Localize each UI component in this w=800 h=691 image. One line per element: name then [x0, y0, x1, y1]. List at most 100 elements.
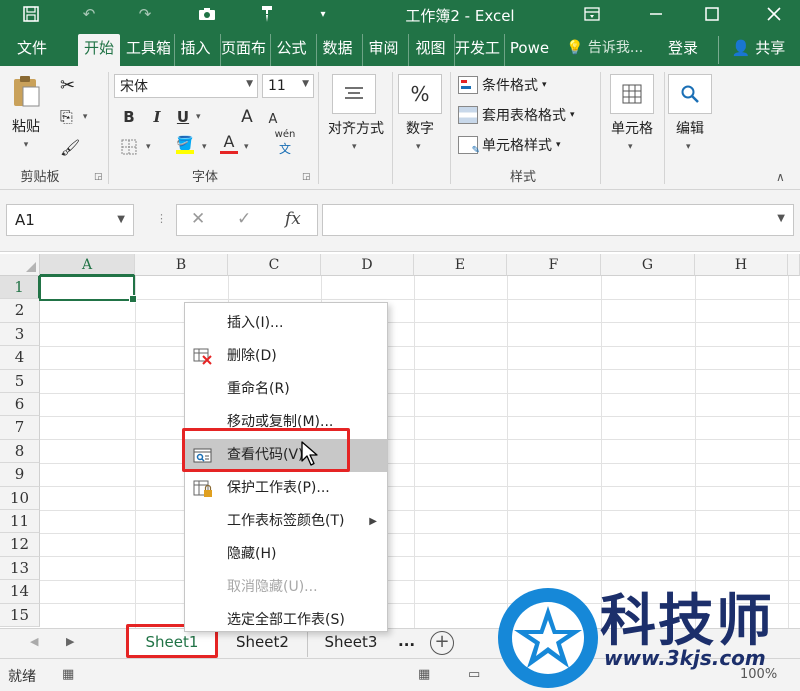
column-header[interactable]: D: [321, 254, 414, 276]
row-header[interactable]: 4: [0, 346, 40, 370]
page-layout-view-icon[interactable]: ▭: [468, 667, 480, 682]
enter-icon[interactable]: ✓: [237, 209, 251, 229]
normal-view-icon[interactable]: ▦: [418, 667, 430, 682]
grow-font-button[interactable]: A: [236, 106, 258, 128]
row-header[interactable]: 10: [0, 486, 40, 510]
bold-button[interactable]: B: [118, 106, 140, 128]
row-header[interactable]: 15: [0, 603, 40, 627]
row-header[interactable]: 5: [0, 369, 40, 393]
worksheet-grid[interactable]: A B C D E F G H 1 2 3 4 5 6 7 8 9 10 11 …: [0, 254, 800, 628]
tab-developer[interactable]: 开发工: [454, 34, 500, 66]
column-header[interactable]: [788, 254, 800, 276]
save-icon[interactable]: [18, 3, 44, 25]
tab-formulas[interactable]: 公式: [270, 34, 312, 66]
tab-data[interactable]: 数据: [316, 34, 358, 66]
tab-toolbox[interactable]: 工具箱: [126, 34, 170, 66]
column-header[interactable]: G: [601, 254, 695, 276]
cell-styles-button[interactable]: ✎ 单元格样式 ▾: [458, 134, 561, 156]
tab-insert[interactable]: 插入: [174, 34, 216, 66]
more-sheets-button[interactable]: ...: [398, 632, 415, 650]
select-all-corner[interactable]: [0, 254, 40, 276]
tab-file[interactable]: 文件: [12, 34, 52, 66]
chevron-down-icon[interactable]: ▾: [196, 112, 201, 122]
chevron-down-icon[interactable]: ▾: [146, 142, 151, 152]
row-header[interactable]: 7: [0, 416, 40, 440]
menu-item-insert[interactable]: 插入(I)...: [185, 307, 387, 340]
column-header[interactable]: B: [135, 254, 228, 276]
insert-function-icon[interactable]: fx: [285, 209, 301, 229]
add-sheet-icon[interactable]: +: [430, 631, 454, 655]
paste-button[interactable]: 粘贴 ▾: [8, 74, 44, 150]
tab-page-layout[interactable]: 页面布: [220, 34, 266, 66]
row-header[interactable]: 11: [0, 510, 40, 534]
cancel-icon[interactable]: ✕: [191, 209, 205, 229]
menu-item-hide[interactable]: 隐藏(H): [185, 538, 387, 571]
dialog-launcher-icon[interactable]: ◲: [94, 172, 103, 182]
collapse-ribbon-icon[interactable]: ∧: [776, 170, 785, 184]
font-color-button[interactable]: A: [218, 132, 240, 154]
tab-power[interactable]: Powe: [504, 34, 554, 66]
row-header[interactable]: 3: [0, 322, 40, 347]
phonetic-button[interactable]: wén 文: [274, 129, 296, 156]
row-header[interactable]: 1: [0, 276, 40, 300]
chevron-down-icon[interactable]: ▾: [352, 142, 357, 152]
font-size-select[interactable]: 11 ▼: [262, 74, 314, 98]
more-icon[interactable]: ▾: [310, 3, 336, 25]
chevron-down-icon[interactable]: ▾: [686, 142, 691, 152]
close-icon[interactable]: [756, 2, 792, 26]
sheet-nav-next-icon[interactable]: ▶: [66, 635, 74, 648]
camera-icon[interactable]: [194, 3, 220, 25]
cells-button[interactable]: [610, 74, 654, 114]
undo-icon[interactable]: ↶: [76, 3, 102, 25]
chevron-down-icon[interactable]: ▾: [416, 142, 421, 152]
chevron-down-icon[interactable]: ▾: [202, 142, 207, 152]
tab-view[interactable]: 视图: [408, 34, 452, 66]
ribbon-display-icon[interactable]: [574, 2, 610, 26]
row-header[interactable]: 9: [0, 463, 40, 487]
tell-me-box[interactable]: 💡 告诉我...: [566, 34, 643, 66]
brush-icon[interactable]: [254, 3, 280, 25]
menu-item-select-all-sheets[interactable]: 选定全部工作表(S): [185, 604, 387, 637]
borders-button[interactable]: [118, 136, 140, 158]
tab-home[interactable]: 开始: [78, 34, 120, 66]
chevron-down-icon[interactable]: ▾: [628, 142, 633, 152]
fill-color-button[interactable]: 🪣: [174, 134, 196, 156]
row-header[interactable]: 8: [0, 439, 40, 464]
row-header[interactable]: 2: [0, 299, 40, 323]
restore-icon[interactable]: [694, 2, 730, 26]
shrink-font-button[interactable]: A: [262, 108, 284, 130]
macro-record-icon[interactable]: ▦: [62, 667, 74, 682]
number-format-button[interactable]: %: [398, 74, 442, 114]
row-header[interactable]: 6: [0, 393, 40, 417]
cut-button[interactable]: ✂: [60, 74, 75, 96]
format-as-table-button[interactable]: 套用表格格式 ▾: [458, 104, 575, 126]
row-header[interactable]: 13: [0, 556, 40, 581]
column-header[interactable]: A: [40, 254, 135, 276]
row-header[interactable]: 14: [0, 580, 40, 604]
column-header[interactable]: H: [695, 254, 788, 276]
chevron-down-icon[interactable]: ▾: [24, 140, 29, 150]
conditional-format-button[interactable]: 条件格式 ▾: [458, 74, 547, 96]
editing-button[interactable]: [668, 74, 712, 114]
formula-input[interactable]: ▼: [322, 204, 794, 236]
dialog-launcher-icon[interactable]: ◲: [302, 172, 311, 182]
underline-button[interactable]: U: [172, 106, 194, 128]
alignment-button[interactable]: [332, 74, 376, 114]
share-button[interactable]: 👤 共享: [718, 36, 798, 64]
menu-item-delete[interactable]: 删除(D): [185, 340, 387, 373]
italic-button[interactable]: I: [146, 106, 168, 128]
copy-button[interactable]: ⎘ ▾: [60, 106, 87, 128]
sheet-nav-prev-icon[interactable]: ◀: [30, 635, 38, 648]
login-button[interactable]: 登录: [668, 34, 698, 66]
row-header[interactable]: 12: [0, 533, 40, 557]
column-header[interactable]: F: [507, 254, 601, 276]
menu-item-tab-color[interactable]: 工作表标签颜色(T) ▶: [185, 505, 387, 538]
chevron-down-icon[interactable]: ▾: [244, 142, 249, 152]
column-header[interactable]: E: [414, 254, 507, 276]
active-cell-a1[interactable]: [39, 275, 137, 303]
redo-icon[interactable]: ↷: [132, 3, 158, 25]
expand-formula-icon[interactable]: ▼: [777, 213, 785, 224]
name-box[interactable]: A1 ▼: [6, 204, 134, 236]
column-header[interactable]: C: [228, 254, 321, 276]
tab-review[interactable]: 审阅: [362, 34, 404, 66]
